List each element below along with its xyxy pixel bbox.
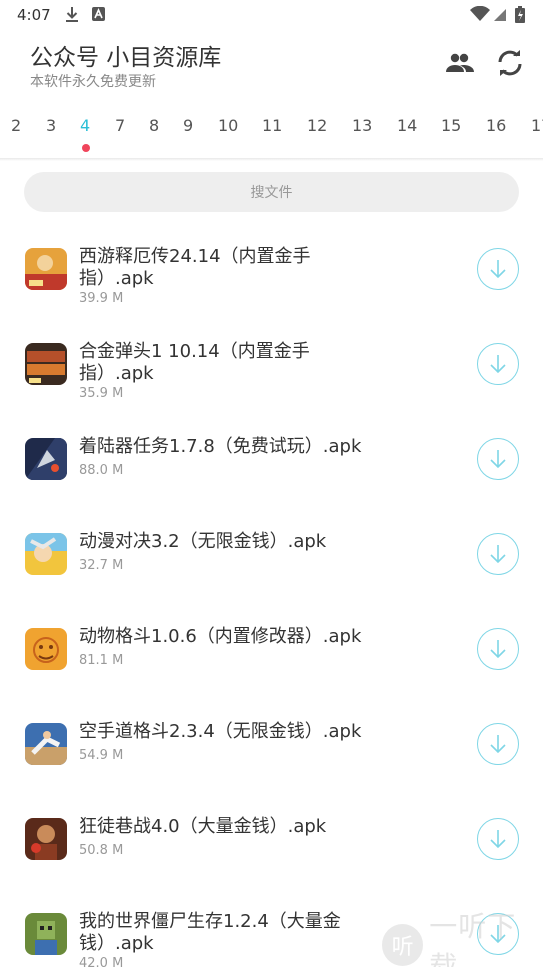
list-item[interactable]: 着陆器任务1.7.8（免费试玩）.apk 88.0 M [0, 415, 543, 510]
zombie-survival-game-icon [25, 913, 67, 955]
download-icon [64, 6, 80, 27]
animal-fight-game-icon [25, 628, 67, 670]
file-size: 88.0 M [79, 463, 124, 478]
arrow-down-icon [490, 640, 506, 659]
search-placeholder: 搜文件 [250, 185, 293, 201]
arrow-down-icon [490, 450, 506, 469]
tab-10[interactable]: 10 [218, 116, 238, 135]
lander-game-icon [25, 438, 67, 480]
download-button[interactable] [477, 248, 519, 290]
watermark: 听 一听下载 [382, 910, 543, 967]
arrow-down-icon [490, 260, 506, 279]
file-name: 空手道格斗2.3.4（无限金钱）.apk [79, 721, 362, 742]
tabs-divider [0, 158, 543, 161]
search-input[interactable]: 搜文件 [24, 172, 519, 212]
tab-12[interactable]: 12 [307, 116, 327, 135]
tab-9[interactable]: 9 [183, 116, 193, 135]
file-name: 西游释厄传24.14（内置金手指）.apk [79, 246, 311, 289]
file-size: 81.1 M [79, 653, 124, 668]
file-size: 50.8 M [79, 843, 124, 858]
list-item[interactable]: 动物格斗1.0.6（内置修改器）.apk 81.1 M [0, 605, 543, 700]
watermark-badge: 听 [382, 924, 424, 966]
tab-2[interactable]: 2 [11, 116, 21, 135]
karate-game-icon [25, 723, 67, 765]
file-size: 35.9 M [79, 386, 124, 401]
tab-15[interactable]: 15 [441, 116, 461, 135]
a-icon [92, 6, 105, 25]
page-title: 公众号 小目资源库 [30, 45, 222, 71]
tab-7[interactable]: 7 [115, 116, 125, 135]
arrow-down-icon [490, 735, 506, 754]
tab-4[interactable]: 4 [80, 116, 90, 135]
street-fight-game-icon [25, 818, 67, 860]
tab-14[interactable]: 14 [397, 116, 417, 135]
arrow-down-icon [490, 830, 506, 849]
metal-slug-game-icon [25, 343, 67, 385]
wifi-icon [470, 5, 490, 26]
file-name: 着陆器任务1.7.8（免费试玩）.apk [79, 436, 362, 457]
status-bar: 4:07 [0, 0, 543, 30]
download-button[interactable] [477, 438, 519, 480]
list-item[interactable]: 狂徒巷战4.0（大量金钱）.apk 50.8 M [0, 795, 543, 890]
tab-13[interactable]: 13 [352, 116, 372, 135]
file-size: 54.9 M [79, 748, 124, 763]
tab-11[interactable]: 11 [262, 116, 282, 135]
list-item[interactable]: 动漫对决3.2（无限金钱）.apk 32.7 M [0, 510, 543, 605]
list-item[interactable]: 空手道格斗2.3.4（无限金钱）.apk 54.9 M [0, 700, 543, 795]
watermark-text: 一听下载 [429, 910, 517, 967]
file-name: 合金弹头1 10.14（内置金手指）.apk [79, 341, 310, 384]
sync-icon [498, 50, 522, 76]
people-icon [446, 53, 474, 72]
people-button[interactable] [445, 48, 475, 78]
app-header: 公众号 小目资源库 本软件永久免费更新 [0, 30, 543, 100]
file-name: 狂徒巷战4.0（大量金钱）.apk [79, 816, 327, 837]
active-tab-indicator [82, 144, 90, 152]
download-button[interactable] [477, 723, 519, 765]
list-item[interactable]: 合金弹头1 10.14（内置金手指）.apk 35.9 M [0, 320, 543, 415]
file-name: 动物格斗1.0.6（内置修改器）.apk [79, 626, 362, 647]
tab-8[interactable]: 8 [149, 116, 159, 135]
battery-icon [515, 6, 525, 27]
tab-16[interactable]: 16 [486, 116, 506, 135]
tab-3[interactable]: 3 [46, 116, 56, 135]
download-button[interactable] [477, 818, 519, 860]
file-name: 动漫对决3.2（无限金钱）.apk [79, 531, 327, 552]
status-time: 4:07 [17, 6, 51, 24]
file-size: 32.7 M [79, 558, 124, 573]
file-size: 42.0 M [79, 956, 124, 967]
file-name: 我的世界僵尸生存1.2.4（大量金钱）.apk [79, 911, 341, 954]
sync-button[interactable] [495, 48, 525, 78]
arrow-down-icon [490, 545, 506, 564]
arrow-down-icon [490, 355, 506, 374]
tab-17[interactable]: 17 [531, 116, 543, 135]
page-subtitle: 本软件永久免费更新 [30, 74, 156, 90]
signal-icon [493, 6, 507, 26]
anime-duel-game-icon [25, 533, 67, 575]
download-button[interactable] [477, 628, 519, 670]
category-tabs: 2 3 4 7 8 9 10 11 12 13 14 15 16 17 [0, 110, 543, 158]
download-button[interactable] [477, 343, 519, 385]
xiyou-game-icon [25, 248, 67, 290]
download-button[interactable] [477, 533, 519, 575]
list-item[interactable]: 西游释厄传24.14（内置金手指）.apk 39.9 M [0, 225, 543, 320]
file-size: 39.9 M [79, 291, 124, 306]
